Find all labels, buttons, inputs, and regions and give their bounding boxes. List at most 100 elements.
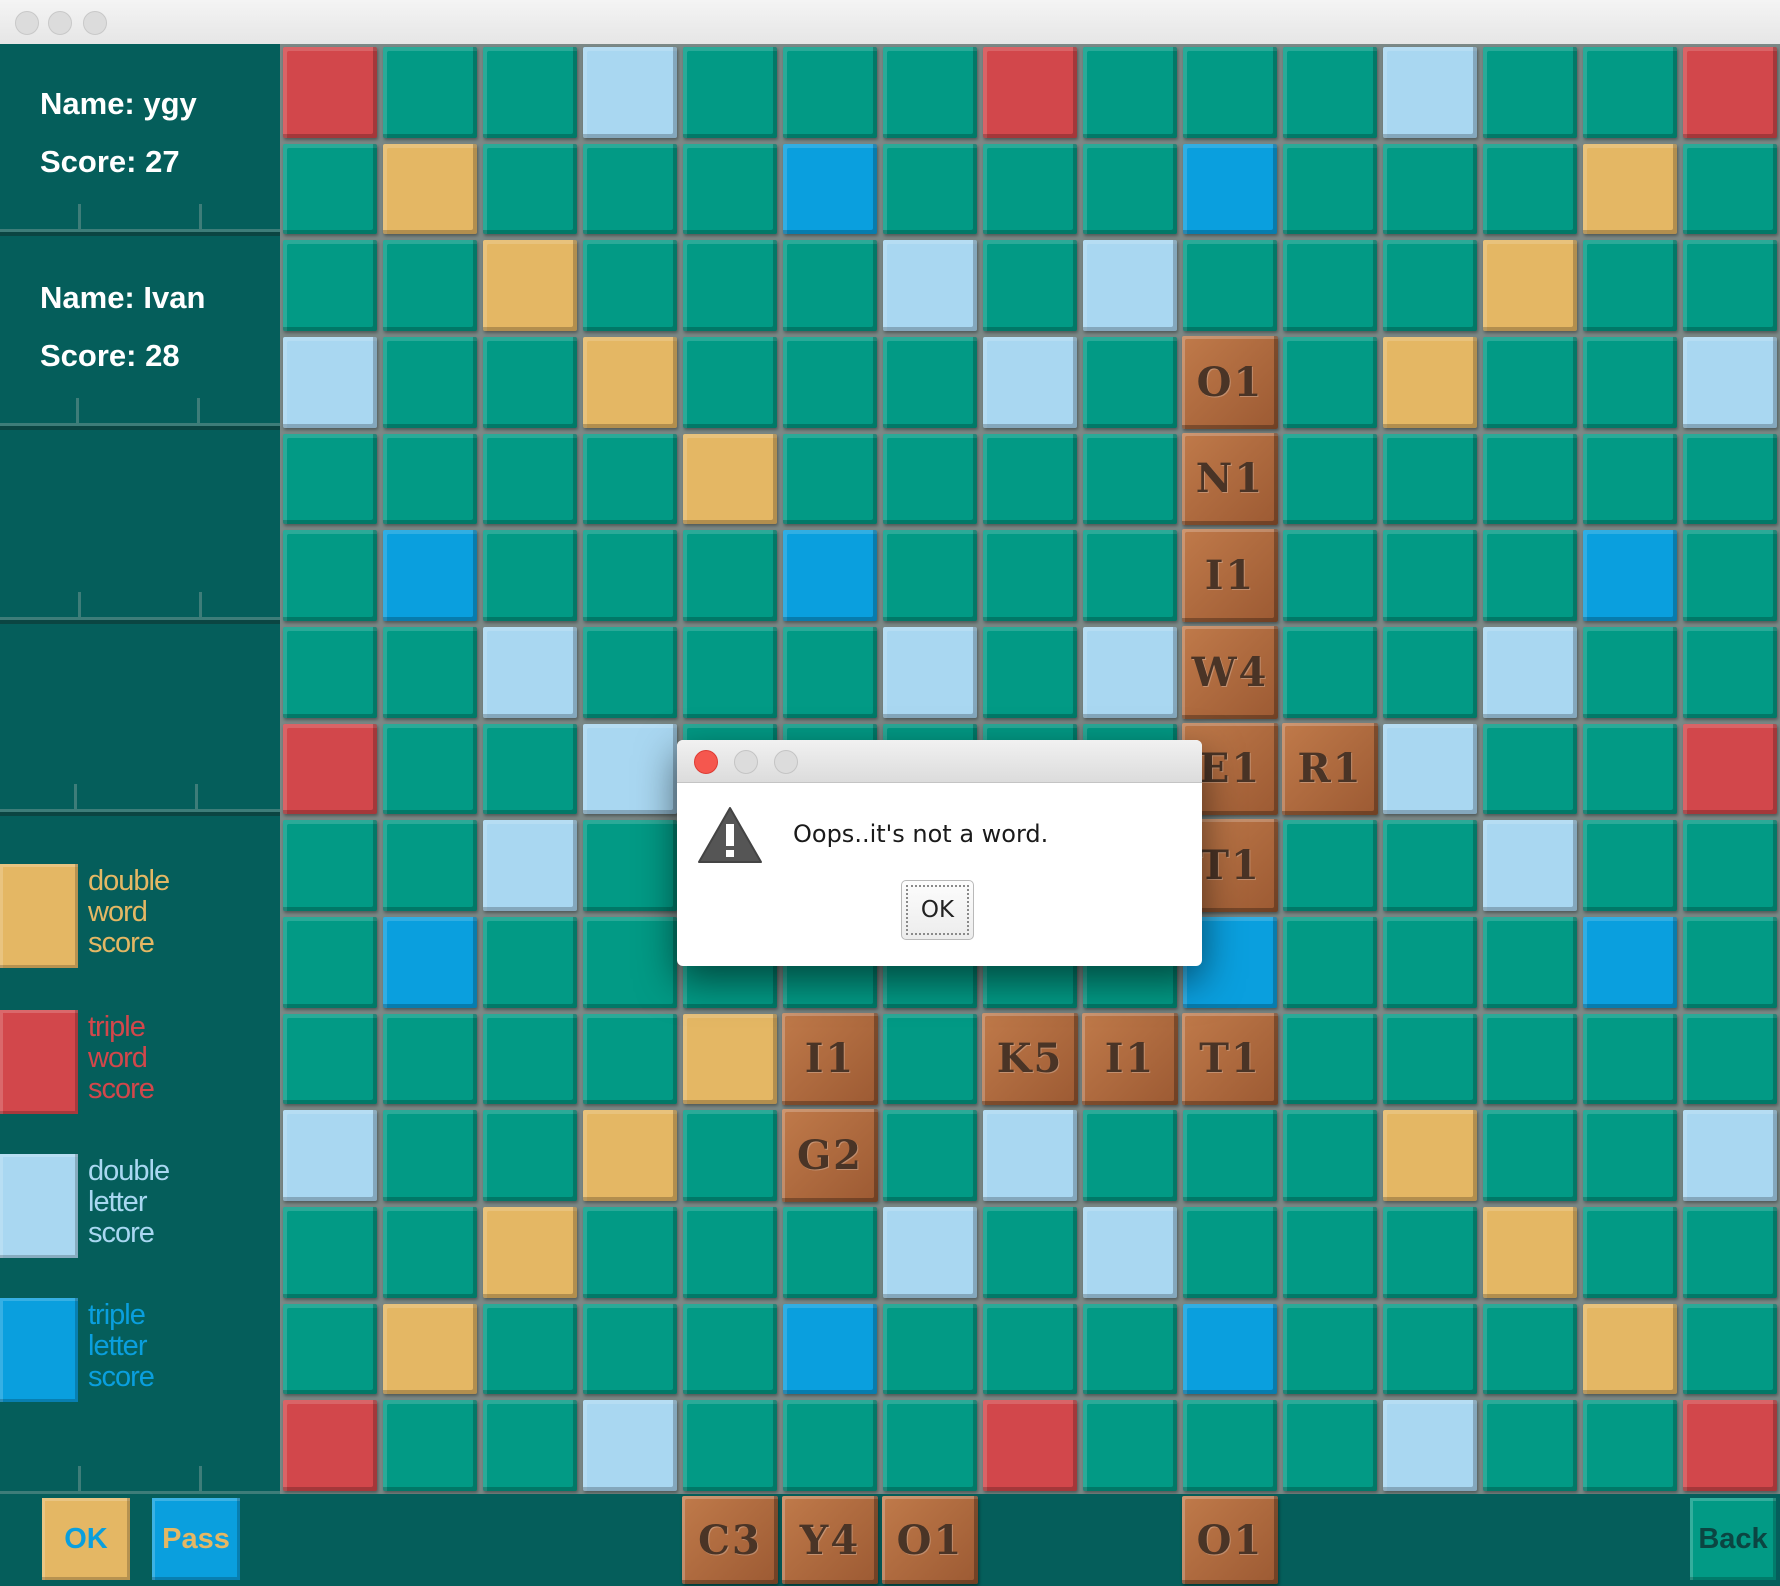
- board-cell[interactable]: [583, 1206, 677, 1298]
- board-cell[interactable]: [1183, 143, 1277, 235]
- board-cell[interactable]: [783, 1400, 877, 1491]
- board-cell[interactable]: [783, 240, 877, 331]
- board-cell[interactable]: [1583, 1110, 1677, 1201]
- board-cell[interactable]: [1583, 143, 1677, 235]
- board-cell[interactable]: [1183, 1206, 1277, 1298]
- board-cell[interactable]: [983, 143, 1077, 235]
- board-cell[interactable]: [1483, 916, 1577, 1008]
- board-cell[interactable]: [383, 1303, 477, 1395]
- board-cell[interactable]: [283, 820, 377, 911]
- board-cell[interactable]: [383, 1013, 477, 1105]
- board-cell[interactable]: [1183, 240, 1277, 331]
- board-cell[interactable]: [883, 1303, 977, 1395]
- board-cell[interactable]: [1683, 433, 1777, 525]
- board-cell[interactable]: [1683, 723, 1777, 815]
- board-cell[interactable]: [683, 47, 777, 138]
- board-tile[interactable]: O1: [1182, 335, 1278, 429]
- board-cell[interactable]: [1183, 1110, 1277, 1201]
- board-cell[interactable]: [383, 723, 477, 815]
- board-cell[interactable]: [1483, 626, 1577, 718]
- board-cell[interactable]: [1083, 336, 1177, 428]
- board-cell[interactable]: [1583, 336, 1677, 428]
- board-cell[interactable]: [1083, 626, 1177, 718]
- board-cell[interactable]: [983, 433, 1077, 525]
- board-cell[interactable]: [983, 336, 1077, 428]
- board-tile[interactable]: T1: [1182, 1012, 1278, 1106]
- board-cell[interactable]: [383, 820, 477, 911]
- board-cell[interactable]: [1683, 240, 1777, 331]
- board-cell[interactable]: [683, 1400, 777, 1491]
- board-cell[interactable]: [1583, 1206, 1677, 1298]
- board-cell[interactable]: [683, 1303, 777, 1395]
- board-cell[interactable]: [383, 1206, 477, 1298]
- board-cell[interactable]: [1083, 143, 1177, 235]
- board-cell[interactable]: [1383, 143, 1477, 235]
- board-cell[interactable]: [1283, 1400, 1377, 1491]
- board-cell[interactable]: [1383, 1110, 1477, 1201]
- board-cell[interactable]: [1483, 1013, 1577, 1105]
- board-cell[interactable]: [1483, 47, 1577, 138]
- board-cell[interactable]: [483, 530, 577, 621]
- board-cell[interactable]: [583, 1303, 677, 1395]
- close-window-button[interactable]: [15, 11, 39, 35]
- board-cell[interactable]: [483, 1013, 577, 1105]
- board-cell[interactable]: [1483, 336, 1577, 428]
- board-cell[interactable]: [383, 143, 477, 235]
- board-cell[interactable]: [1383, 916, 1477, 1008]
- board-tile[interactable]: G2: [782, 1109, 878, 1202]
- board-cell[interactable]: [283, 1013, 377, 1105]
- board-cell[interactable]: [883, 240, 977, 331]
- board-cell[interactable]: [783, 530, 877, 621]
- board-cell[interactable]: [283, 626, 377, 718]
- board-cell[interactable]: [483, 916, 577, 1008]
- board-cell[interactable]: [583, 143, 677, 235]
- board-cell[interactable]: [383, 1400, 477, 1491]
- board-cell[interactable]: [1083, 240, 1177, 331]
- board-cell[interactable]: [683, 626, 777, 718]
- board-cell[interactable]: [1683, 1400, 1777, 1491]
- board-cell[interactable]: [1683, 47, 1777, 138]
- board-cell[interactable]: [1583, 820, 1677, 911]
- board-cell[interactable]: [883, 1110, 977, 1201]
- board-cell[interactable]: [1583, 433, 1677, 525]
- board-cell[interactable]: [1683, 820, 1777, 911]
- board-cell[interactable]: [583, 47, 677, 138]
- board-cell[interactable]: [883, 1013, 977, 1105]
- board-cell[interactable]: [583, 240, 677, 331]
- board-cell[interactable]: [1683, 336, 1777, 428]
- board-cell[interactable]: [1283, 530, 1377, 621]
- board-cell[interactable]: [283, 1303, 377, 1395]
- board-tile[interactable]: R1: [1282, 722, 1378, 816]
- board-cell[interactable]: [1483, 143, 1577, 235]
- board-cell[interactable]: [1283, 47, 1377, 138]
- board-cell[interactable]: [383, 916, 477, 1008]
- rack-tile[interactable]: O1: [882, 1496, 978, 1584]
- board-cell[interactable]: [683, 143, 777, 235]
- board-cell[interactable]: [383, 433, 477, 525]
- board-cell[interactable]: [1583, 626, 1677, 718]
- board-cell[interactable]: [1383, 1400, 1477, 1491]
- board-cell[interactable]: [883, 143, 977, 235]
- board-cell[interactable]: [583, 530, 677, 621]
- board-cell[interactable]: [1483, 1206, 1577, 1298]
- board-cell[interactable]: [1183, 1400, 1277, 1491]
- board-cell[interactable]: [983, 1110, 1077, 1201]
- board-cell[interactable]: [1583, 1303, 1677, 1395]
- board-cell[interactable]: [1583, 1013, 1677, 1105]
- board-cell[interactable]: [1483, 1110, 1577, 1201]
- board-cell[interactable]: [883, 433, 977, 525]
- board-cell[interactable]: [483, 626, 577, 718]
- board-cell[interactable]: [983, 1400, 1077, 1491]
- board-cell[interactable]: [1483, 530, 1577, 621]
- board-cell[interactable]: [883, 626, 977, 718]
- board-cell[interactable]: [983, 240, 1077, 331]
- board-cell[interactable]: [1383, 626, 1477, 718]
- board-cell[interactable]: [1583, 240, 1677, 331]
- board-cell[interactable]: [1583, 47, 1677, 138]
- board-cell[interactable]: [1283, 820, 1377, 911]
- board-cell[interactable]: [683, 240, 777, 331]
- board-cell[interactable]: [683, 1013, 777, 1105]
- board-cell[interactable]: [1683, 1013, 1777, 1105]
- board-cell[interactable]: [283, 723, 377, 815]
- board-cell[interactable]: [1083, 1303, 1177, 1395]
